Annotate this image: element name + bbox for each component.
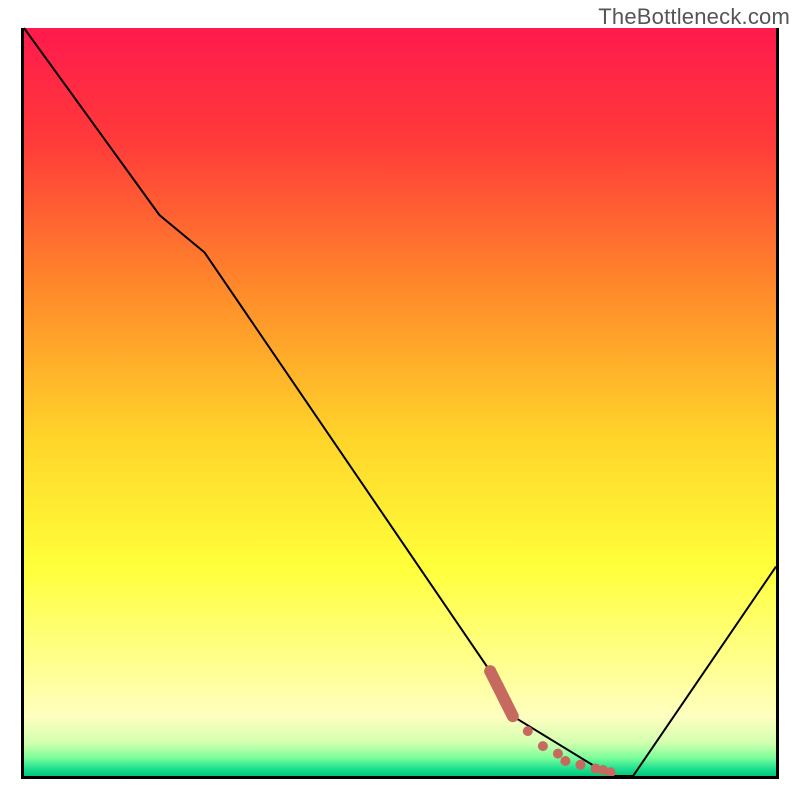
marker-dot	[560, 756, 570, 766]
marker-dot	[538, 741, 548, 751]
frame-left	[21, 28, 24, 779]
marker-dot	[499, 695, 511, 707]
frame-bottom	[21, 776, 779, 779]
marker-dot	[508, 711, 518, 721]
marker-dot	[492, 680, 504, 692]
marker-dot	[576, 760, 586, 770]
chart-container: TheBottleneck.com	[0, 0, 800, 800]
marker-dot	[523, 726, 533, 736]
bottleneck-chart	[0, 0, 800, 800]
marker-dot	[553, 749, 563, 759]
marker-dot	[484, 665, 496, 677]
watermark-text: TheBottleneck.com	[598, 4, 790, 30]
gradient-background	[24, 28, 776, 776]
marker-dot	[606, 767, 616, 777]
frame-right	[776, 28, 779, 779]
